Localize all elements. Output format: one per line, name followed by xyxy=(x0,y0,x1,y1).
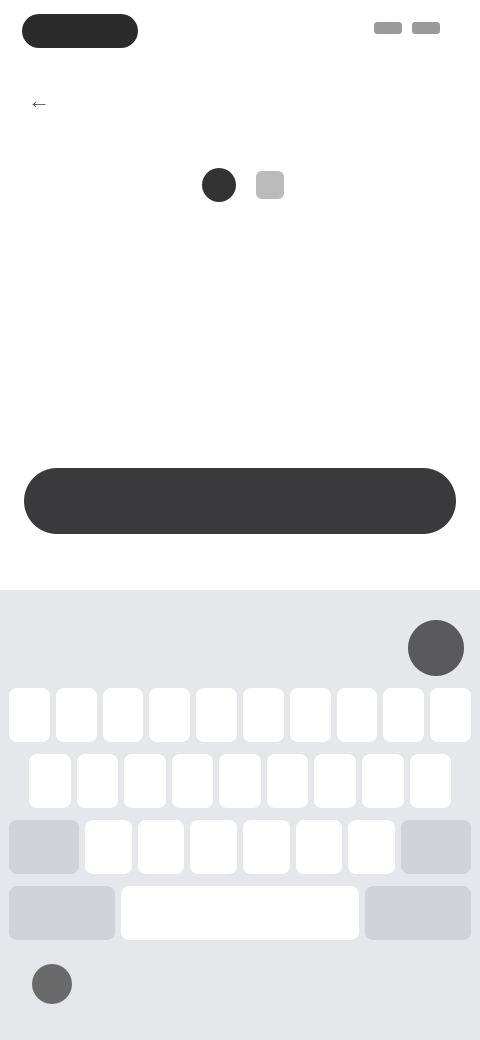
key[interactable] xyxy=(102,688,144,742)
key[interactable] xyxy=(190,820,238,874)
key[interactable] xyxy=(196,688,237,742)
continue-button[interactable] xyxy=(24,468,456,534)
key[interactable] xyxy=(55,688,97,742)
key[interactable] xyxy=(289,688,331,742)
key[interactable] xyxy=(348,820,396,874)
key[interactable] xyxy=(383,688,425,742)
numbers-key[interactable] xyxy=(9,886,115,940)
arrow-left-icon: ← xyxy=(28,88,50,113)
key[interactable] xyxy=(76,754,119,808)
key[interactable] xyxy=(171,754,214,808)
key[interactable] xyxy=(409,754,452,808)
key[interactable] xyxy=(336,688,378,742)
emoji-icon xyxy=(201,168,236,203)
key[interactable] xyxy=(9,688,50,742)
battery-icon xyxy=(412,22,440,34)
keyboard xyxy=(0,590,480,1040)
keyboard-toolbar xyxy=(0,590,480,686)
key[interactable] xyxy=(149,688,191,742)
shift-key[interactable] xyxy=(9,820,79,874)
page-title xyxy=(30,160,450,208)
key[interactable] xyxy=(242,688,284,742)
top-navigation: ← xyxy=(0,80,480,120)
key[interactable] xyxy=(361,754,404,808)
keyboard-action-button[interactable] xyxy=(408,620,464,676)
key[interactable] xyxy=(243,820,290,874)
key[interactable] xyxy=(124,754,166,808)
key[interactable] xyxy=(314,754,356,808)
key[interactable] xyxy=(85,820,132,874)
back-button[interactable]: ← xyxy=(28,88,50,114)
signal-icon xyxy=(374,22,402,34)
keyboard-row-1 xyxy=(0,688,480,742)
return-key[interactable] xyxy=(365,886,471,940)
key[interactable] xyxy=(266,754,309,808)
emoji-icon-2 xyxy=(256,171,285,200)
status-pill xyxy=(22,14,138,48)
status-bar xyxy=(0,0,480,64)
key[interactable] xyxy=(295,820,343,874)
keyboard-row-4 xyxy=(0,886,480,940)
globe-icon[interactable] xyxy=(32,964,72,1004)
key[interactable] xyxy=(219,754,261,808)
key[interactable] xyxy=(29,754,71,808)
key[interactable] xyxy=(137,820,185,874)
backspace-key[interactable] xyxy=(401,820,472,874)
space-key[interactable] xyxy=(120,886,360,940)
key[interactable] xyxy=(430,688,471,742)
keyboard-row-3 xyxy=(0,820,480,874)
keyboard-row-2 xyxy=(0,754,480,808)
status-icons xyxy=(374,22,440,34)
